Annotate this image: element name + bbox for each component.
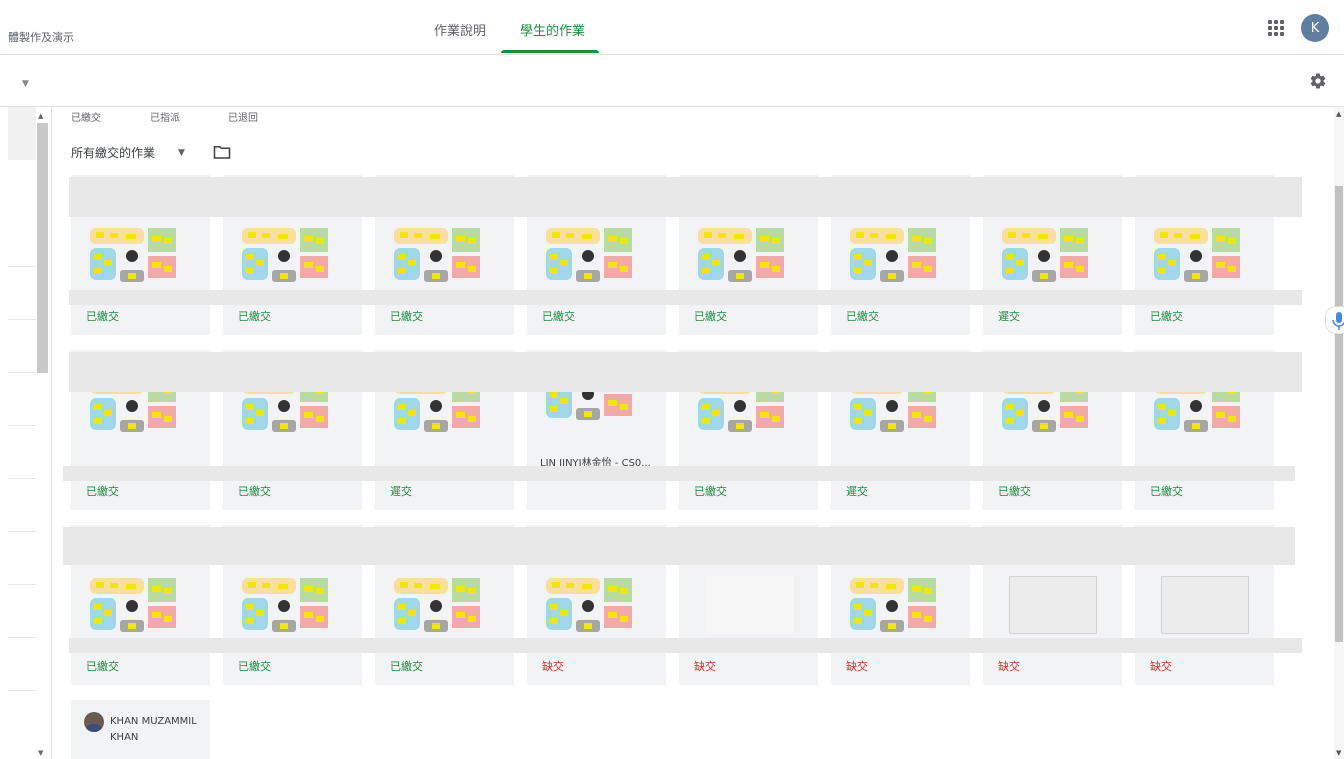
placeholder-thumbnail[interactable] [705, 576, 793, 634]
submission-status: 已繳交 [86, 310, 119, 323]
account-avatar[interactable]: K [1301, 14, 1329, 42]
submission-status: 已繳交 [1150, 485, 1183, 498]
row-overlay-strip [63, 466, 1295, 481]
student-card[interactable]: KHAN MUZAMMIL KHAN [71, 700, 210, 759]
stat-turned-in-label: 已繳交 [71, 113, 101, 124]
stat-returned-label: 已退回 [228, 113, 258, 124]
submission-thumbnail[interactable] [394, 576, 482, 634]
empty-thumbnail[interactable] [1009, 576, 1097, 634]
submission-status: 遲交 [846, 485, 868, 498]
selected-row[interactable] [8, 107, 36, 160]
scroll-down-icon[interactable]: ▼ [38, 749, 43, 757]
tab-student-work[interactable]: 學生的作業 [520, 20, 585, 39]
row-overlay-band [69, 177, 1302, 217]
submission-thumbnail[interactable] [242, 576, 330, 634]
submission-status: 已繳交 [238, 310, 271, 323]
submission-status: 遲交 [998, 310, 1020, 323]
row-overlay-band [69, 352, 1302, 392]
empty-thumbnail[interactable] [1161, 576, 1249, 634]
submission-status: 已繳交 [390, 660, 423, 673]
submission-status: 缺交 [542, 660, 564, 673]
sub-toolbar: ▼ [0, 55, 1344, 107]
settings-gear-icon[interactable] [1309, 72, 1327, 90]
submission-status: 已繳交 [694, 310, 727, 323]
right-scroll-up-icon[interactable]: ▲ [1336, 110, 1341, 118]
submission-status: 遲交 [390, 485, 412, 498]
left-scrollbar[interactable] [37, 123, 48, 373]
submission-thumbnail[interactable] [242, 226, 330, 284]
submission-status: 已繳交 [390, 310, 423, 323]
submission-status: 缺交 [846, 660, 868, 673]
submission-thumbnail[interactable] [1002, 226, 1090, 284]
top-bar: 體製作及演示 作業說明 學生的作業 K [0, 0, 1344, 55]
submission-status: 缺交 [1150, 660, 1172, 673]
submission-status: 已繳交 [86, 485, 119, 498]
submission-thumbnail[interactable] [394, 226, 482, 284]
submission-status: 已繳交 [1150, 310, 1183, 323]
right-scroll-down-icon[interactable]: ▼ [1336, 749, 1341, 757]
submission-thumbnail[interactable] [546, 226, 634, 284]
student-name: KHAN MUZAMMIL KHAN [110, 716, 197, 743]
stat-assigned-label: 已指派 [150, 113, 180, 124]
submission-status: 已繳交 [238, 660, 271, 673]
submission-thumbnail[interactable] [1154, 226, 1242, 284]
student-avatar [84, 712, 104, 732]
submission-thumbnail[interactable] [90, 226, 178, 284]
apps-grid-icon[interactable] [1268, 20, 1284, 36]
course-title[interactable]: 體製作及演示 [8, 29, 74, 45]
submission-status: 缺交 [998, 660, 1020, 673]
folder-icon[interactable] [213, 144, 231, 160]
row-overlay-band [63, 527, 1295, 565]
tab-instructions[interactable]: 作業說明 [434, 20, 486, 39]
submission-thumbnail[interactable] [698, 226, 786, 284]
submission-status: 缺交 [694, 660, 716, 673]
filter-dropdown-icon[interactable]: ▼ [178, 148, 185, 158]
submission-thumbnail[interactable] [850, 226, 938, 284]
active-tab-indicator [501, 50, 599, 53]
submission-status: 已繳交 [542, 310, 575, 323]
submission-thumbnail[interactable] [850, 576, 938, 634]
submission-status: 已繳交 [238, 485, 271, 498]
scroll-up-icon[interactable]: ▲ [38, 112, 43, 120]
submission-status: 已繳交 [86, 660, 119, 673]
submission-status: 已繳交 [846, 310, 879, 323]
submission-status: 已繳交 [998, 485, 1031, 498]
row-overlay-strip [69, 290, 1302, 305]
microphone-icon[interactable] [1325, 306, 1344, 334]
submission-filter[interactable]: 所有繳交的作業 [71, 144, 155, 161]
row-overlay-strip [69, 638, 1302, 653]
submission-status: 已繳交 [694, 485, 727, 498]
dropdown-caret-icon[interactable]: ▼ [22, 79, 29, 89]
submission-thumbnail[interactable] [90, 576, 178, 634]
right-scrollbar-thumb[interactable] [1335, 186, 1343, 642]
submission-thumbnail[interactable] [546, 576, 634, 634]
